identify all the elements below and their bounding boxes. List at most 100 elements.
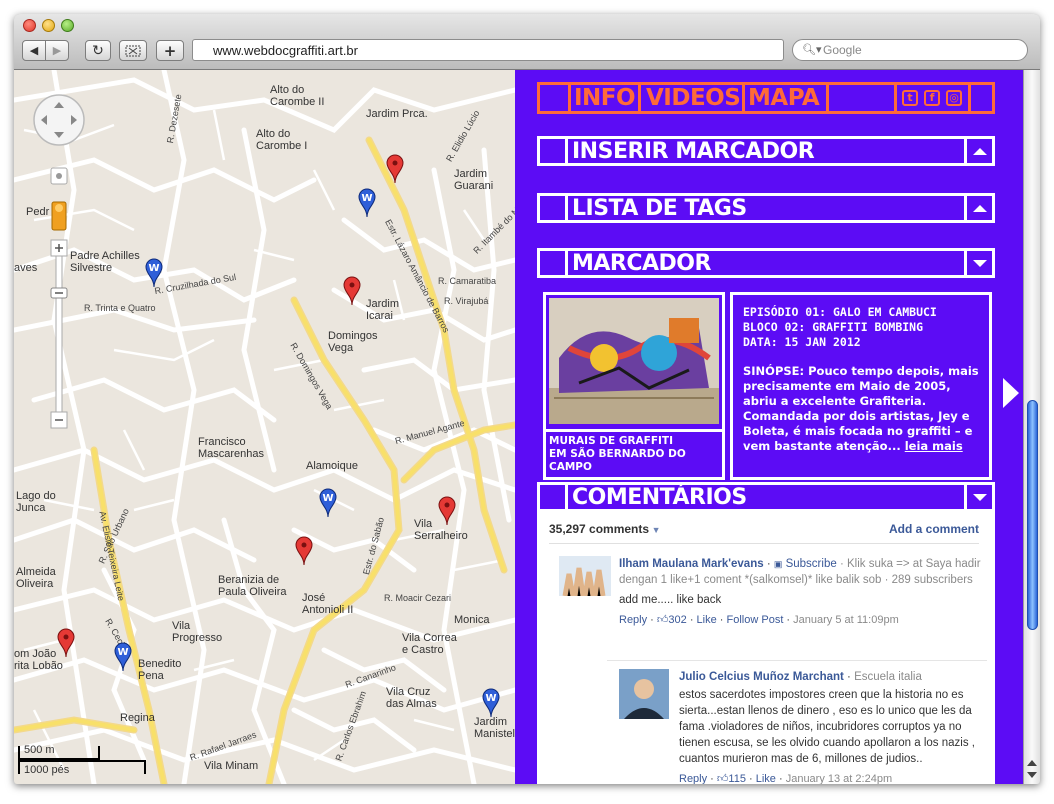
street-label: R. Moacir Cezari — [384, 593, 452, 603]
section-comentarios[interactable]: COMENTÁRIOS — [537, 482, 995, 512]
nav-videos-tab[interactable]: VIDEOS — [646, 85, 741, 111]
section-left-box — [540, 196, 568, 220]
arrow-down-icon — [972, 259, 987, 267]
url-text: www.webdocgraffiti.art.br — [213, 43, 358, 58]
red-map-marker[interactable] — [295, 536, 313, 566]
map-label-vila-cruz: Vila Cruz das Almas — [386, 686, 437, 710]
add-comment-link[interactable]: Add a comment — [889, 522, 979, 536]
nav-info-tab[interactable]: INFO — [574, 85, 636, 111]
comment-author[interactable]: Ilham Maulana Mark'evans — [619, 558, 764, 570]
comment-count[interactable]: 35,297 comments — [549, 522, 649, 536]
read-more-link[interactable]: leia mais — [905, 439, 963, 453]
forward-arrow-icon: ▶ — [52, 44, 62, 57]
map-label-regina: Regina — [120, 712, 155, 724]
graffiti-thumbnail[interactable] — [549, 298, 719, 424]
like-link[interactable]: Like — [756, 773, 776, 784]
map-label-jardim-prca: Jardim Prca. — [366, 108, 428, 120]
svg-text:W: W — [322, 493, 333, 504]
scale-metric: 500 m — [24, 744, 55, 756]
map-label-domingos-vega: Domingos Vega — [328, 330, 378, 354]
search-placeholder: Google — [823, 43, 862, 57]
follow-post-link[interactable]: Follow Post — [727, 614, 784, 626]
red-map-marker[interactable] — [57, 628, 75, 658]
section-left-box — [540, 139, 568, 163]
arrow-up-icon — [972, 147, 987, 155]
collapse-toggle[interactable] — [964, 485, 992, 509]
twitter-icon[interactable]: t — [902, 90, 918, 106]
back-arrow-icon: ◀ — [29, 44, 39, 57]
blue-video-marker[interactable]: W — [482, 688, 500, 718]
expand-toggle[interactable] — [964, 139, 992, 163]
avatar[interactable] — [619, 669, 669, 719]
map-label-lago-junca: Lago do Junca — [16, 490, 56, 514]
facebook-comments: 35,297 comments ▼ Add a comment Ilham Ma… — [537, 510, 995, 784]
like-link[interactable]: Like — [697, 614, 717, 626]
map-label-benedito: Benedito Pena — [138, 658, 182, 682]
top-nav: INFO VIDEOS MAPA t f ◎ — [537, 82, 995, 114]
section-lista-de-tags[interactable]: LISTA DE TAGS — [537, 193, 995, 223]
marker-image-caption[interactable]: MURAIS DE GRAFFITI EM SÃO BERNARDO DO CA… — [546, 429, 722, 477]
comment-author[interactable]: Julio Celcius Muñoz Marchant — [679, 671, 844, 683]
subscribe-link[interactable]: Subscribe — [786, 558, 837, 570]
comment-date: January 13 at 2:24pm — [785, 773, 893, 784]
reply-link[interactable]: Reply — [679, 773, 707, 784]
reload-button[interactable]: ↻ — [85, 40, 111, 61]
blue-video-marker[interactable]: W — [114, 642, 132, 672]
collapse-toggle[interactable] — [964, 251, 992, 275]
map-label-joao-lobao: om João rita Lobão — [14, 648, 63, 672]
comment-meta: Escuela italia — [854, 671, 922, 683]
red-map-marker[interactable] — [343, 276, 361, 306]
search-icon: 🔍︎▾ — [802, 44, 822, 56]
svg-text:W: W — [148, 263, 159, 274]
red-map-marker[interactable] — [438, 496, 456, 526]
minimize-window-button[interactable] — [42, 19, 55, 32]
next-arrow-icon[interactable] — [1001, 376, 1021, 410]
add-bookmark-button[interactable]: + — [156, 40, 184, 61]
expand-toggle[interactable] — [964, 196, 992, 220]
map-label-correa: Vila Correa e Castro — [402, 632, 457, 656]
section-inserir-marcador[interactable]: INSERIR MARCADOR — [537, 136, 995, 166]
section-left-box — [540, 251, 568, 275]
marker-image-card[interactable]: MURAIS DE GRAFFITI EM SÃO BERNARDO DO CA… — [543, 292, 725, 480]
comment-date: January 5 at 11:09pm — [793, 614, 899, 626]
address-bar[interactable]: www.webdocgraffiti.art.br — [192, 39, 784, 61]
scroll-up-icon[interactable] — [1027, 760, 1037, 766]
instagram-icon[interactable]: ◎ — [946, 90, 962, 106]
map-label-alamoique: Alamoique — [306, 460, 358, 472]
like-count: 302 — [668, 614, 687, 626]
back-button[interactable]: ◀ — [22, 40, 46, 61]
block-text: BLOCO 02: GRAFFITI BOMBING — [743, 320, 924, 334]
nav-mapa-tab[interactable]: MAPA — [748, 85, 820, 111]
search-field[interactable]: 🔍︎▾ Google — [792, 39, 1028, 61]
google-map[interactable]: Alto do Carombe II Jardim Prca. Alto do … — [14, 70, 515, 784]
close-window-button[interactable] — [23, 19, 36, 32]
map-label-jardim-manistela: Jardim Manistela — [474, 716, 515, 740]
episode-text: EPISÓDIO 01: GALO EM CAMBUCI — [743, 305, 937, 319]
map-label-jardim-guarani: Jardim Guarani — [454, 168, 494, 192]
section-title: INSERIR MARCADOR — [572, 139, 815, 164]
scrollbar-thumb[interactable] — [1027, 400, 1038, 630]
reply-link[interactable]: Reply — [619, 614, 647, 626]
map-label-beranizia: Beranizia de Paula Oliveira — [218, 574, 287, 598]
like-count: 115 — [728, 773, 746, 784]
zoom-window-button[interactable] — [61, 19, 74, 32]
section-title: LISTA DE TAGS — [572, 196, 747, 221]
map-pan-zoom-control[interactable] — [32, 90, 88, 430]
forward-button[interactable]: ▶ — [45, 40, 69, 61]
side-panel: INFO VIDEOS MAPA t f ◎ INSERIR MARCADOR … — [515, 70, 1023, 784]
red-map-marker[interactable] — [386, 154, 404, 184]
blue-video-marker[interactable]: W — [358, 188, 376, 218]
page-scrollbar[interactable] — [1023, 70, 1040, 784]
sort-dropdown-icon[interactable]: ▼ — [649, 525, 661, 535]
svg-text:W: W — [361, 193, 372, 204]
browser-toolbar: ◀ ▶ ↻ + www.webdocgraffiti.art.br 🔍︎▾ Goo… — [14, 14, 1040, 70]
comment-text: add me..... like back — [619, 594, 722, 606]
snapback-button[interactable] — [119, 40, 147, 61]
avatar[interactable] — [559, 556, 611, 604]
blue-video-marker[interactable]: W — [319, 488, 337, 518]
section-marcador[interactable]: MARCADOR — [537, 248, 995, 278]
blue-video-marker[interactable]: W — [145, 258, 163, 288]
scissors-icon — [125, 45, 141, 56]
facebook-icon[interactable]: f — [924, 90, 940, 106]
scroll-down-icon[interactable] — [1027, 772, 1037, 778]
